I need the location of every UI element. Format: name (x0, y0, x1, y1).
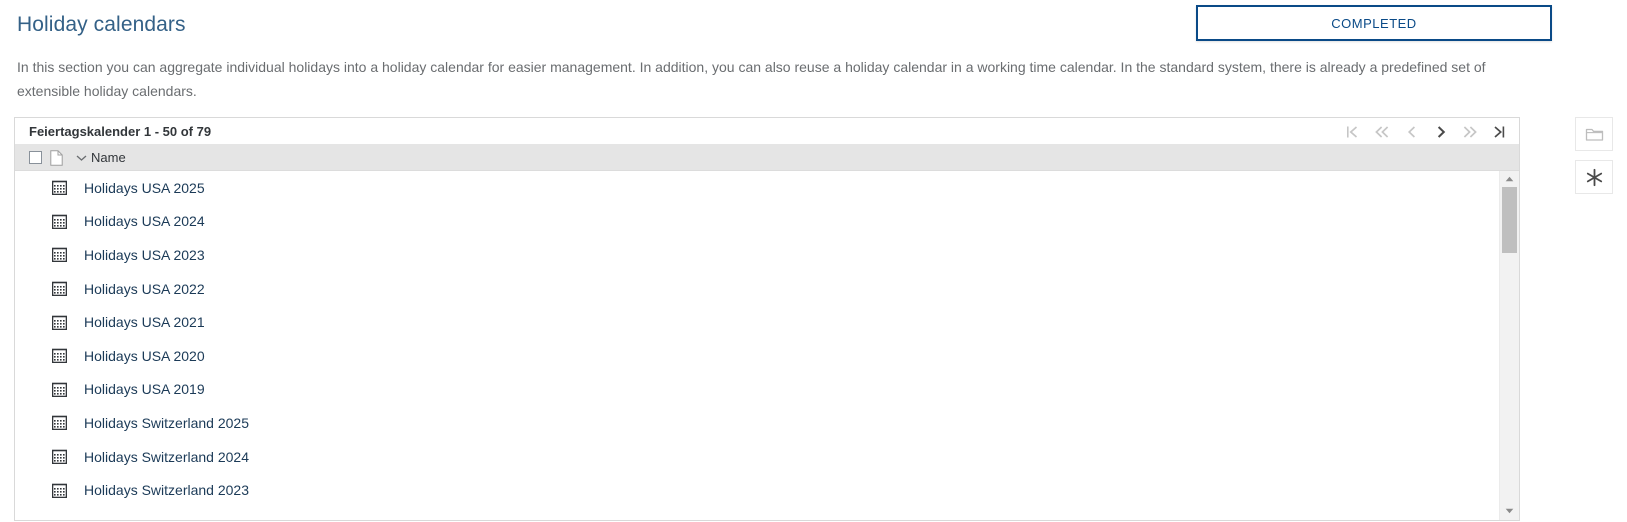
table-title: Feiertagskalender 1 - 50 of 79 (29, 123, 212, 139)
side-rail-toolbar (1575, 117, 1613, 194)
calendar-icon (51, 483, 67, 498)
row-label[interactable]: Holidays USA 2020 (84, 348, 205, 364)
calendar-icon (51, 247, 67, 263)
calendar-glyph (51, 416, 67, 431)
row-label[interactable]: Holidays Switzerland 2024 (84, 449, 249, 465)
go-to-first-icon (1347, 125, 1358, 138)
pagination-controls (1339, 118, 1513, 145)
vertical-scrollbar[interactable] (1499, 171, 1519, 520)
table-row[interactable]: Holidays USA 2023 (15, 238, 1498, 272)
first-page-button[interactable] (1339, 119, 1368, 144)
next-page-group-button[interactable] (1455, 119, 1484, 144)
calendar-glyph (51, 214, 67, 229)
scrollbar-thumb[interactable] (1502, 187, 1517, 253)
document-icon[interactable] (50, 149, 63, 166)
status-completed-button[interactable]: COMPLETED (1196, 5, 1552, 41)
table-row[interactable]: Holidays USA 2024 (15, 205, 1498, 239)
single-right-icon (1437, 125, 1445, 138)
section-description: In this section you can aggregate indivi… (17, 59, 1486, 99)
table-rows-container: Holidays USA 2025 Holidays USA 2024 Holi… (15, 171, 1498, 507)
calendar-glyph (51, 483, 67, 498)
last-page-button[interactable] (1484, 119, 1513, 144)
folder-icon (1585, 128, 1603, 141)
triangle-down-icon (1505, 508, 1514, 514)
next-page-button[interactable] (1426, 119, 1455, 144)
table-toolbar: Feiertagskalender 1 - 50 of 79 (15, 118, 1519, 145)
previous-page-button[interactable] (1397, 119, 1426, 144)
table-row[interactable]: Holidays USA 2022 (15, 272, 1498, 306)
calendar-icon (51, 315, 67, 330)
single-left-icon (1407, 125, 1415, 138)
asterisk-button[interactable] (1575, 160, 1613, 194)
page-header: Holiday calendars COMPLETED (0, 0, 1627, 46)
double-left-icon (1375, 125, 1389, 138)
table-body: Holidays USA 2025 Holidays USA 2024 Holi… (15, 171, 1519, 520)
asterisk-icon (1586, 168, 1602, 186)
calendar-icon (51, 382, 67, 397)
row-label[interactable]: Holidays USA 2021 (84, 314, 205, 330)
calendar-icon (51, 214, 67, 229)
row-label[interactable]: Holidays USA 2023 (84, 247, 205, 263)
calendar-icon (51, 348, 67, 364)
calendar-glyph (51, 348, 67, 364)
row-label[interactable]: Holidays USA 2025 (84, 180, 205, 196)
calendar-glyph (51, 449, 67, 465)
page-root: Holiday calendars COMPLETED In this sect… (0, 0, 1627, 522)
holiday-calendar-table: Feiertagskalender 1 - 50 of 79 Name Holi… (14, 117, 1520, 521)
column-header-name[interactable]: Name (91, 150, 126, 165)
document-glyph (50, 149, 63, 166)
row-label[interactable]: Holidays Switzerland 2023 (84, 482, 249, 498)
calendar-icon (51, 449, 67, 465)
go-to-last-icon (1494, 125, 1505, 138)
row-label[interactable]: Holidays Switzerland 2025 (84, 415, 249, 431)
previous-page-group-button[interactable] (1368, 119, 1397, 144)
table-row[interactable]: Holidays Switzerland 2025 (15, 406, 1498, 440)
select-all-checkbox[interactable] (29, 151, 42, 164)
table-row[interactable]: Holidays Switzerland 2024 (15, 440, 1498, 474)
table-row[interactable]: Holidays USA 2021 (15, 305, 1498, 339)
calendar-icon (51, 415, 67, 431)
table-row[interactable]: Holidays Switzerland 2023 (15, 473, 1498, 507)
row-label[interactable]: Holidays USA 2022 (84, 281, 205, 297)
double-right-icon (1463, 125, 1477, 138)
chevron-down-glyph (76, 155, 87, 161)
calendar-glyph (51, 248, 67, 263)
scroll-down-button[interactable] (1500, 504, 1519, 518)
table-row[interactable]: Holidays USA 2019 (15, 373, 1498, 407)
calendar-glyph (51, 315, 67, 330)
folder-button[interactable] (1575, 117, 1613, 151)
table-row[interactable]: Holidays USA 2020 (15, 339, 1498, 373)
calendar-glyph (51, 382, 67, 397)
scroll-up-button[interactable] (1500, 172, 1519, 186)
calendar-glyph (51, 180, 67, 196)
table-row[interactable]: Holidays USA 2025 (15, 171, 1498, 205)
chevron-down-icon[interactable] (76, 154, 87, 162)
row-label[interactable]: Holidays USA 2019 (84, 381, 205, 397)
triangle-up-icon (1505, 176, 1514, 182)
row-label[interactable]: Holidays USA 2024 (84, 213, 205, 229)
calendar-icon (51, 180, 67, 196)
calendar-glyph (51, 281, 67, 297)
table-column-header: Name (15, 145, 1519, 171)
calendar-icon (51, 281, 67, 297)
